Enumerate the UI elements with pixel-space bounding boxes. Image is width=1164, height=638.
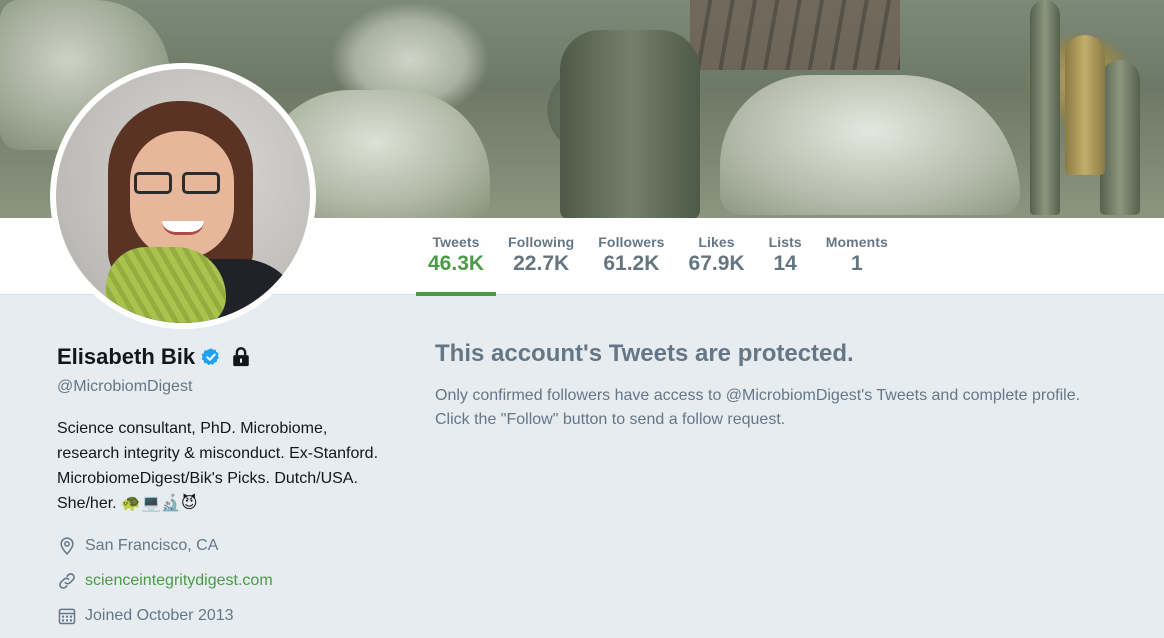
location-pin-icon bbox=[60, 537, 74, 555]
protected-message: Only confirmed followers have access to … bbox=[435, 384, 1155, 432]
profile-joined: Joined October 2013 bbox=[85, 606, 234, 624]
avatar-photo bbox=[56, 69, 310, 323]
stat-value: 1 bbox=[850, 252, 863, 275]
bio-text: Science consultant, PhD. Microbiome, res… bbox=[57, 420, 379, 512]
avatar-glasses bbox=[134, 172, 224, 198]
profile-stats: Tweets 46.3K Following 22.7K Followers 6… bbox=[416, 218, 900, 296]
stat-label: Followers bbox=[598, 234, 665, 250]
joined-row: Joined October 2013 bbox=[57, 598, 387, 633]
name-row: Elisabeth Bik bbox=[57, 340, 387, 374]
banner-greenhouse-roof bbox=[690, 0, 900, 70]
banner-cactus bbox=[1030, 0, 1060, 215]
stat-label: Moments bbox=[825, 234, 888, 250]
website-row: scienceintegritydigest.com bbox=[57, 563, 387, 598]
link-icon bbox=[59, 572, 75, 589]
banner-cactus bbox=[1065, 35, 1105, 175]
stat-label: Likes bbox=[698, 234, 735, 250]
location-row: San Francisco, CA bbox=[57, 528, 387, 563]
stat-value: 61.2K bbox=[603, 252, 660, 275]
stat-likes[interactable]: Likes 67.9K bbox=[677, 218, 757, 295]
profile-avatar[interactable] bbox=[50, 63, 316, 329]
banner-cactus bbox=[720, 75, 1020, 215]
profile-card: Elisabeth Bik @MicrobiomDigest Science c… bbox=[57, 340, 387, 633]
stat-lists[interactable]: Lists 14 bbox=[757, 218, 814, 295]
calendar-icon bbox=[58, 608, 76, 625]
profile-name[interactable]: Elisabeth Bik bbox=[57, 344, 195, 370]
banner-cactus bbox=[1100, 60, 1140, 215]
lock-icon bbox=[233, 347, 249, 367]
profile-website-link[interactable]: scienceintegritydigest.com bbox=[85, 572, 273, 590]
stat-label: Following bbox=[508, 234, 575, 250]
stat-label: Lists bbox=[768, 234, 802, 250]
verified-badge-icon bbox=[201, 348, 220, 366]
stat-value: 46.3K bbox=[428, 252, 485, 275]
profile-handle[interactable]: @MicrobiomDigest bbox=[57, 378, 387, 396]
profile-meta: San Francisco, CA scienceintegritydigest… bbox=[57, 528, 387, 633]
avatar-scarf bbox=[106, 247, 226, 323]
protected-title: This account's Tweets are protected. bbox=[435, 340, 854, 367]
bio-emojis: 🐢💻🔬😈 bbox=[121, 495, 198, 513]
stat-value: 22.7K bbox=[513, 252, 570, 275]
stat-following[interactable]: Following 22.7K bbox=[496, 218, 586, 295]
stat-moments[interactable]: Moments 1 bbox=[814, 218, 900, 295]
stat-label: Tweets bbox=[432, 234, 480, 250]
protected-line-2: Click the "Follow" button to send a foll… bbox=[435, 411, 786, 428]
stat-value: 67.9K bbox=[688, 252, 745, 275]
stat-followers[interactable]: Followers 61.2K bbox=[586, 218, 676, 295]
stat-value: 14 bbox=[773, 252, 797, 275]
stat-tweets[interactable]: Tweets 46.3K bbox=[416, 218, 497, 296]
banner-cactus bbox=[560, 30, 700, 218]
profile-bio: Science consultant, PhD. Microbiome, res… bbox=[57, 416, 387, 516]
profile-location: San Francisco, CA bbox=[85, 536, 219, 554]
protected-notice: This account's Tweets are protected. Onl… bbox=[435, 338, 1155, 432]
protected-line-1: Only confirmed followers have access to … bbox=[435, 387, 1081, 404]
